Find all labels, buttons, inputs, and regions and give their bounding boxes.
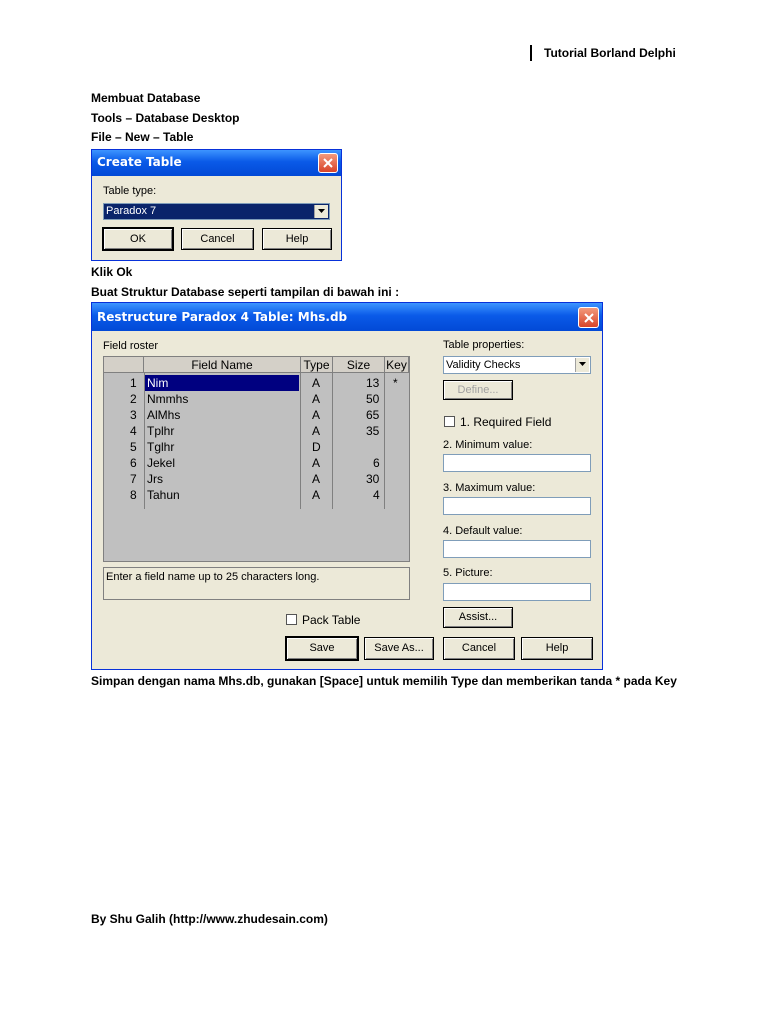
instruction-buat-struktur: Buat Struktur Database seperti tampilan …	[91, 285, 400, 299]
size-cell[interactable]: 4	[373, 487, 380, 503]
close-icon	[323, 158, 333, 168]
grid-divider	[332, 373, 333, 509]
field-name-cell[interactable]: Nim	[145, 375, 299, 391]
hint-box: Enter a field name up to 25 characters l…	[103, 567, 410, 600]
row-number: 3	[130, 408, 137, 422]
key-header: Key	[385, 357, 409, 373]
row-number: 1	[130, 376, 137, 390]
ok-button[interactable]: OK	[102, 227, 174, 251]
type-header: Type	[301, 357, 333, 373]
size-cell[interactable]: 30	[366, 471, 379, 487]
table-type-label: Table type:	[103, 185, 157, 197]
field-roster-label: Field roster	[103, 340, 159, 352]
help-button[interactable]: Help	[521, 637, 593, 660]
chevron-down-icon	[318, 208, 325, 213]
field-name-cell[interactable]: Nmmhs	[147, 391, 188, 407]
header-separator	[530, 45, 532, 61]
type-cell[interactable]: A	[312, 471, 320, 487]
step-file-new: File – New – Table	[91, 130, 194, 144]
define-button[interactable]: Define...	[443, 380, 513, 400]
field-name-cell[interactable]: Tglhr	[147, 439, 174, 455]
key-cell[interactable]: *	[393, 375, 398, 391]
field-name-cell[interactable]: Jekel	[147, 455, 175, 471]
type-cell[interactable]: A	[312, 423, 320, 439]
table-properties-value: Validity Checks	[446, 359, 521, 371]
grid-divider	[384, 373, 385, 509]
step-tools: Tools – Database Desktop	[91, 111, 240, 125]
type-cell[interactable]: D	[312, 439, 321, 455]
required-field-label: 1. Required Field	[460, 415, 552, 429]
type-cell[interactable]: A	[312, 487, 320, 503]
row-number: 6	[130, 456, 137, 470]
size-cell[interactable]: 13	[366, 375, 379, 391]
field-name-cell[interactable]: Jrs	[147, 471, 163, 487]
close-icon	[583, 312, 594, 323]
default-value-label: 4. Default value:	[443, 525, 523, 537]
create-table-title: Create Table	[97, 155, 182, 169]
dropdown-button[interactable]	[314, 205, 328, 218]
table-type-select[interactable]: Paradox 7	[103, 203, 330, 220]
restructure-title: Restructure Paradox 4 Table: Mhs.db	[97, 310, 348, 324]
type-cell[interactable]: A	[312, 455, 320, 471]
row-number: 2	[130, 392, 137, 406]
page-header: Tutorial Borland Delphi	[544, 46, 676, 60]
restructure-dialog: Restructure Paradox 4 Table: Mhs.db Fiel…	[91, 302, 603, 670]
minimum-value-label: 2. Minimum value:	[443, 439, 533, 451]
field-name-header: Field Name	[144, 357, 301, 373]
table-properties-select[interactable]: Validity Checks	[443, 356, 591, 374]
assist-button[interactable]: Assist...	[443, 607, 513, 628]
minimum-value-input[interactable]	[443, 454, 591, 472]
save-button[interactable]: Save	[285, 636, 359, 661]
restructure-titlebar: Restructure Paradox 4 Table: Mhs.db	[92, 303, 602, 331]
field-roster-grid[interactable]: Field Name Type Size Key 1 Nim A 13 * 2 …	[103, 356, 410, 562]
row-number: 8	[130, 488, 137, 502]
pack-table-checkbox[interactable]	[286, 614, 297, 625]
row-number: 7	[130, 472, 137, 486]
pack-table-label: Pack Table	[302, 613, 361, 627]
field-name-cell[interactable]: Tahun	[147, 487, 180, 503]
size-cell[interactable]: 6	[373, 455, 380, 471]
size-cell[interactable]: 35	[366, 423, 379, 439]
cancel-button[interactable]: Cancel	[181, 228, 254, 250]
heading-membuat-database: Membuat Database	[91, 91, 201, 105]
maximum-value-label: 3. Maximum value:	[443, 482, 536, 494]
default-value-input[interactable]	[443, 540, 591, 558]
size-cell[interactable]: 65	[366, 407, 379, 423]
table-properties-label: Table properties:	[443, 339, 525, 351]
size-header: Size	[333, 357, 385, 373]
dropdown-button[interactable]	[575, 358, 589, 372]
hint-text: Enter a field name up to 25 characters l…	[106, 571, 320, 583]
size-cell[interactable]: 50	[366, 391, 379, 407]
type-cell[interactable]: A	[312, 407, 320, 423]
row-number: 5	[130, 440, 137, 454]
maximum-value-input[interactable]	[443, 497, 591, 515]
create-table-dialog: Create Table Table type: Paradox 7 OK Ca…	[91, 149, 342, 261]
create-table-titlebar: Create Table	[92, 150, 341, 176]
page-footer: By Shu Galih (http://www.zhudesain.com)	[91, 912, 328, 926]
table-type-value: Paradox 7	[106, 205, 157, 217]
help-button[interactable]: Help	[262, 228, 332, 250]
picture-input[interactable]	[443, 583, 591, 601]
type-cell[interactable]: A	[312, 391, 320, 407]
row-number-header	[104, 357, 144, 373]
field-name-cell[interactable]: Tplhr	[147, 423, 174, 439]
row-number: 4	[130, 424, 137, 438]
picture-label: 5. Picture:	[443, 567, 493, 579]
grid-divider	[144, 373, 145, 509]
instruction-simpan: Simpan dengan nama Mhs.db, gunakan [Spac…	[91, 674, 677, 688]
close-button[interactable]	[318, 153, 338, 173]
grid-divider	[300, 373, 301, 509]
required-field-checkbox[interactable]	[444, 416, 455, 427]
close-button[interactable]	[578, 307, 599, 328]
chevron-down-icon	[579, 362, 586, 366]
field-name-cell[interactable]: AlMhs	[147, 407, 180, 423]
type-cell[interactable]: A	[312, 375, 320, 391]
cancel-button[interactable]: Cancel	[443, 637, 515, 660]
save-as-button[interactable]: Save As...	[364, 637, 434, 660]
instruction-klik-ok: Klik Ok	[91, 265, 133, 279]
